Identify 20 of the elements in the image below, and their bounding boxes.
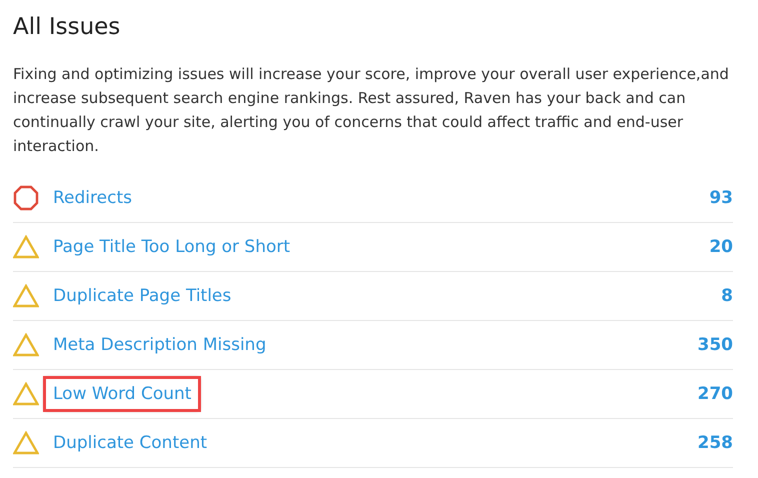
issue-count: 270 [698,384,733,404]
page-title: All Issues [13,14,122,40]
warning-icon [13,431,39,455]
issue-count: 8 [721,286,733,306]
issue-count: 20 [709,237,733,257]
issue-link[interactable]: Meta Description Missing [45,329,274,361]
warning-icon [13,235,39,259]
issue-link[interactable]: Redirects [45,182,140,214]
issue-link[interactable]: Page Title Too Long or Short [45,231,298,263]
issue-count: 93 [709,188,733,208]
issue-count: 258 [698,433,733,453]
warning-icon [13,382,39,406]
warning-icon [13,284,39,308]
description-text: Fixing and optimizing issues will increase your score, improve your overall user experience,and increase subsequent search engine rankings. Rest assured, Raven has your back and can continually crawl your site, alerting you of concerns that could affect traffic and end-user interaction. [13,64,730,157]
issue-link[interactable]: Low Word Count [45,378,200,410]
issue-count: 350 [698,335,733,355]
stop-icon [13,185,39,211]
issue-link[interactable]: Duplicate Content [45,427,216,459]
warning-icon [13,333,39,357]
issue-link[interactable]: Duplicate Page Titles [45,280,240,312]
